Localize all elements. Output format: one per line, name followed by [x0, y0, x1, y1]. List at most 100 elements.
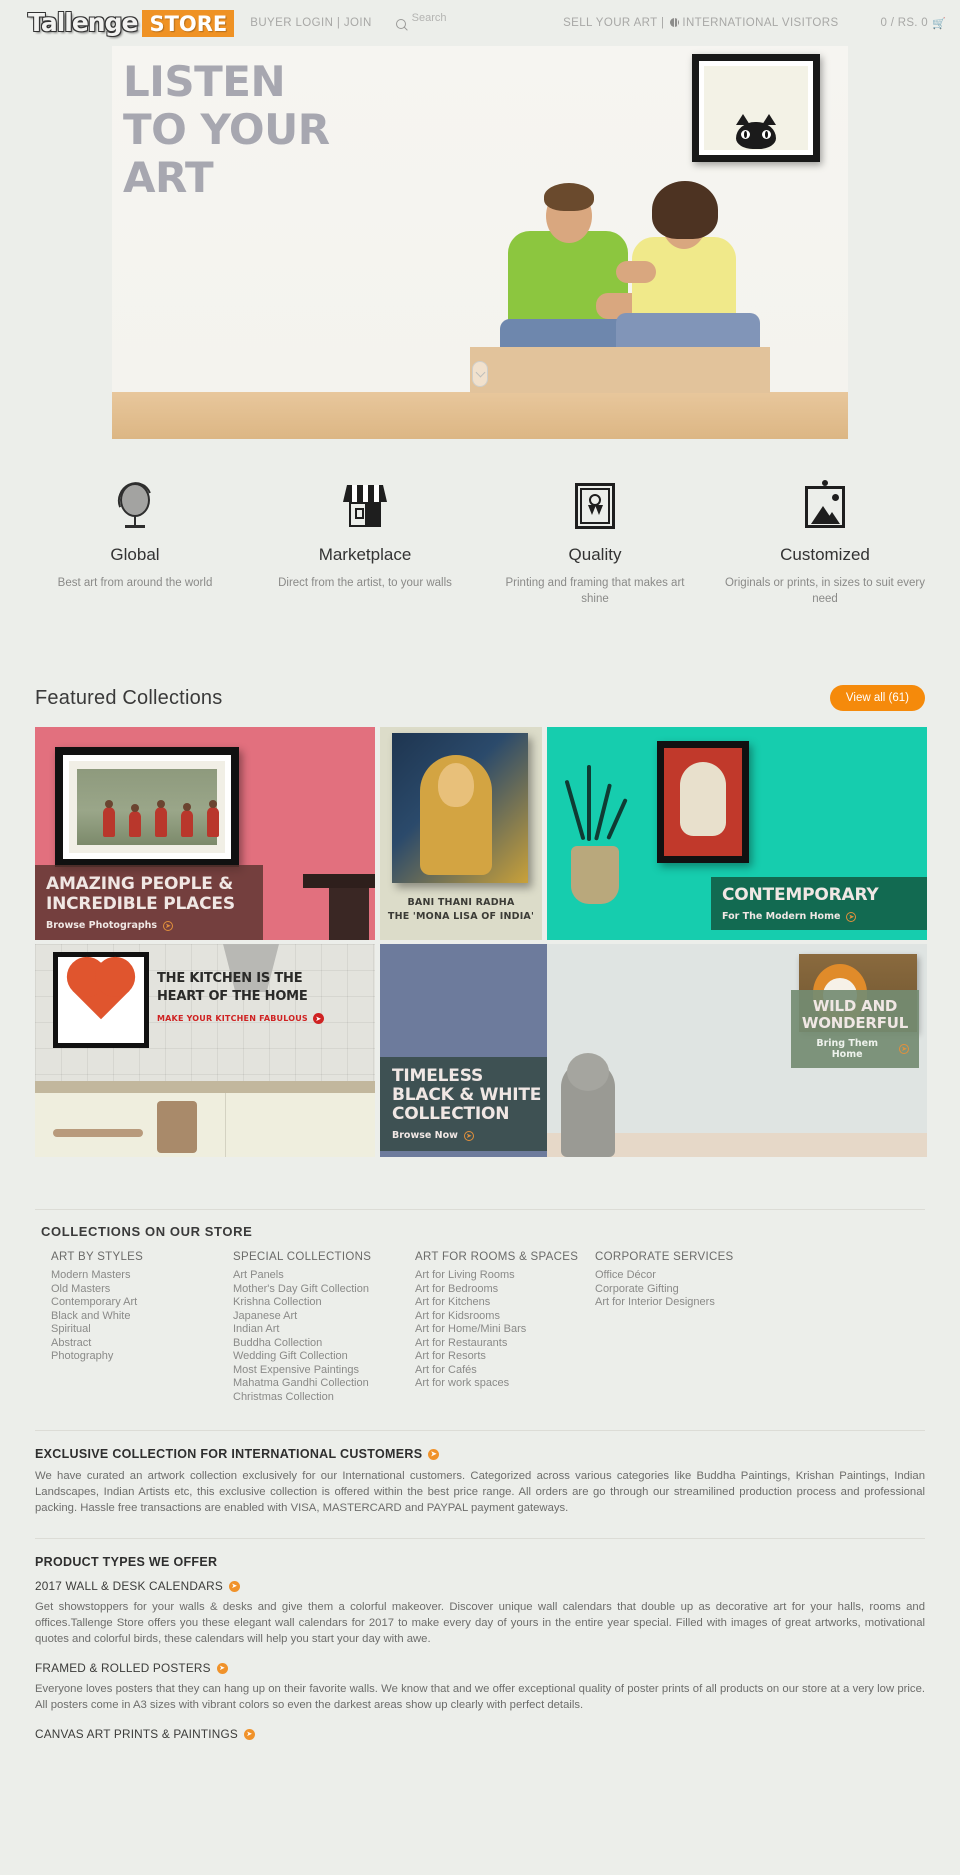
list-item[interactable]: Photography — [51, 1350, 233, 1364]
list-item[interactable]: Art for Interior Designers — [595, 1296, 777, 1310]
view-all-button[interactable]: View all (61) — [829, 685, 925, 711]
collection-tile-wild-and-wonderful[interactable]: WILD AND WONDERFUL Bring Them Home ➤ — [547, 944, 927, 1157]
hero-scroll-indicator[interactable] — [472, 361, 488, 387]
search-input[interactable]: Search — [395, 12, 447, 32]
product-type-label: 2017 WALL & DESK CALENDARS — [35, 1579, 223, 1593]
feature-global: Global Best art from around the world — [20, 476, 250, 607]
buyer-login-link[interactable]: BUYER LOGIN | JOIN — [250, 17, 371, 29]
logo-wordmark: Tallenge — [28, 8, 138, 37]
picture-frame-icon — [724, 479, 926, 531]
list-item[interactable]: Office Décor — [595, 1269, 777, 1283]
tile-cta-label: Bring Them Home — [816, 1038, 878, 1060]
list-item[interactable]: Art for work spaces — [415, 1377, 595, 1391]
feature-desc: Originals or prints, in sizes to suit ev… — [724, 577, 926, 605]
pot-decor — [571, 846, 619, 904]
international-visitors-link[interactable]: INTERNATIONAL VISITORS — [670, 17, 838, 29]
collection-tile-amazing-people[interactable]: AMAZING PEOPLE & INCREDIBLE PLACES Brows… — [35, 727, 375, 940]
exclusive-heading: EXCLUSIVE COLLECTION FOR INTERNATIONAL C… — [35, 1447, 925, 1461]
list-item[interactable]: Abstract — [51, 1337, 233, 1351]
list-item[interactable]: Art Panels — [233, 1269, 415, 1283]
product-type-body: Everyone loves posters that they can han… — [35, 1683, 925, 1711]
tile-headline-1: BANI THANI RADHA — [407, 897, 515, 908]
collections-column-rooms-spaces: ART FOR ROOMS & SPACES Art for Living Ro… — [415, 1251, 595, 1404]
list-item[interactable]: Indian Art — [233, 1323, 415, 1337]
cart-summary[interactable]: 0 / RS. 0 🛒 — [881, 17, 946, 30]
sell-your-art-link[interactable]: SELL YOUR ART | — [563, 17, 664, 29]
arrow-right-icon: ➤ — [312, 1013, 324, 1024]
product-types-heading: PRODUCT TYPES WE OFFER — [35, 1555, 218, 1569]
feature-title: Marketplace — [318, 545, 412, 564]
list-item[interactable]: Black and White — [51, 1310, 233, 1324]
list-item[interactable]: Art for Cafés — [415, 1364, 595, 1378]
hero-line-1: LISTEN — [123, 57, 286, 106]
tile-headline-2: HEART OF THE HOME — [157, 989, 308, 1004]
tile-headline-2: THE 'MONA LISA OF INDIA' — [387, 911, 535, 922]
column-heading: ART FOR ROOMS & SPACES — [415, 1251, 579, 1263]
product-type-title[interactable]: FRAMED & ROLLED POSTERS ➤ — [35, 1661, 925, 1675]
tile-cta-label: For The Modern Home — [722, 911, 841, 922]
site-logo[interactable]: Tallenge STORE — [28, 8, 235, 38]
list-item[interactable]: Art for Bedrooms — [415, 1283, 595, 1297]
award-frame-icon — [494, 479, 696, 531]
collection-tile-kitchen[interactable]: THE KITCHEN IS THE HEART OF THE HOME MAK… — [35, 944, 375, 1157]
feature-desc: Printing and framing that makes art shin… — [505, 577, 685, 605]
list-item[interactable]: Art for Kidsrooms — [415, 1310, 595, 1324]
list-item[interactable]: Art for Restaurants — [415, 1337, 595, 1351]
list-item[interactable]: Contemporary Art — [51, 1296, 233, 1310]
framed-contemporary-art — [657, 741, 749, 863]
collections-column-art-by-styles: ART BY STYLES Modern Masters Old Masters… — [51, 1251, 233, 1404]
list-item[interactable]: Spiritual — [51, 1323, 233, 1337]
feature-title: Global — [110, 545, 160, 564]
canvas-painting — [392, 733, 528, 883]
collections-columns: ART BY STYLES Modern Masters Old Masters… — [35, 1251, 925, 1404]
list-item[interactable]: Wedding Gift Collection — [233, 1350, 415, 1364]
tile-cta[interactable]: For The Modern Home ➤ — [722, 911, 916, 922]
framed-heart-art — [53, 952, 149, 1048]
list-item[interactable]: Modern Masters — [51, 1269, 233, 1283]
feature-customized: Customized Originals or prints, in sizes… — [710, 479, 940, 607]
tile-headline-1: WILD AND — [812, 997, 898, 1015]
tile-headline-1: AMAZING PEOPLE & — [46, 874, 233, 894]
collections-column-special: SPECIAL COLLECTIONS Art Panels Mother's … — [233, 1251, 415, 1404]
product-type-title[interactable]: CANVAS ART PRINTS & PAINTINGS ➤ — [35, 1727, 925, 1741]
hero-banner[interactable]: LISTEN TO YOUR ART — [112, 46, 848, 439]
arrow-right-icon: ➤ — [163, 920, 174, 931]
exclusive-heading-label: EXCLUSIVE COLLECTION FOR INTERNATIONAL C… — [35, 1447, 423, 1461]
arrow-right-icon: ➤ — [228, 1580, 240, 1592]
tile-cta[interactable]: Bring Them Home ➤ — [801, 1038, 909, 1060]
tile-cta[interactable]: MAKE YOUR KITCHEN FABULOUS ➤ — [157, 1013, 324, 1024]
collection-tile-bani-thani[interactable]: BANI THANI RADHA THE 'MONA LISA OF INDIA… — [380, 727, 542, 940]
hero-line-3: ART — [123, 153, 214, 202]
globe-icon — [670, 18, 680, 27]
collection-tile-contemporary[interactable]: CONTEMPORARY For The Modern Home ➤ — [547, 727, 927, 940]
product-types-section: PRODUCT TYPES WE OFFER 2017 WALL & DESK … — [35, 1530, 925, 1741]
list-item[interactable]: Old Masters — [51, 1283, 233, 1297]
list-item[interactable]: Buddha Collection — [233, 1337, 415, 1351]
column-list: Office Décor Corporate Gifting Art for I… — [595, 1269, 777, 1310]
cat-photo-decor — [561, 1053, 615, 1157]
list-item[interactable]: Art for Living Rooms — [415, 1269, 595, 1283]
list-item[interactable]: Mahatma Gandhi Collection — [233, 1377, 415, 1391]
list-item[interactable]: Art for Kitchens — [415, 1296, 595, 1310]
featured-collections-header: Featured Collections View all (61) — [35, 663, 925, 727]
collections-grid: AMAZING PEOPLE & INCREDIBLE PLACES Brows… — [35, 727, 927, 1165]
list-item[interactable]: Corporate Gifting — [595, 1283, 777, 1297]
collections-column-corporate: CORPORATE SERVICES Office Décor Corporat… — [595, 1251, 777, 1404]
tile-cta[interactable]: Browse Photographs ➤ — [46, 920, 252, 931]
footer: COLLECTIONS ON OUR STORE ART BY STYLES M… — [0, 1165, 960, 1741]
list-item[interactable]: Art for Resorts — [415, 1350, 595, 1364]
plant-decor — [564, 763, 628, 841]
list-item[interactable]: Krishna Collection — [233, 1296, 415, 1310]
list-item[interactable]: Most Expensive Paintings — [233, 1364, 415, 1378]
product-type-title[interactable]: 2017 WALL & DESK CALENDARS ➤ — [35, 1579, 925, 1593]
shop-icon — [264, 479, 466, 531]
tile-cta-label: Browse Now — [392, 1130, 458, 1141]
column-list: Art Panels Mother's Day Gift Collection … — [233, 1269, 415, 1404]
list-item[interactable]: Japanese Art — [233, 1310, 415, 1324]
page-title: Featured Collections — [35, 686, 223, 709]
list-item[interactable]: Mother's Day Gift Collection — [233, 1283, 415, 1297]
arrow-right-icon: ➤ — [463, 1130, 474, 1141]
list-item[interactable]: Christmas Collection — [233, 1391, 415, 1405]
international-visitors-label: INTERNATIONAL VISITORS — [682, 17, 839, 29]
list-item[interactable]: Art for Home/Mini Bars — [415, 1323, 595, 1337]
